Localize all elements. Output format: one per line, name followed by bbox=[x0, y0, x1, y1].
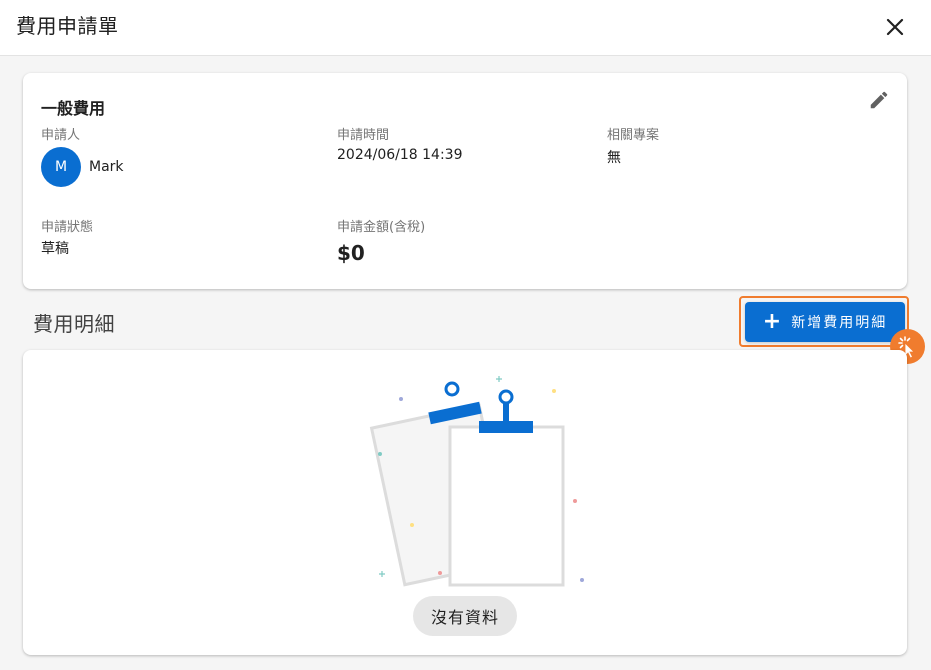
expense-type-title: 一般費用 bbox=[41, 99, 106, 118]
applicant-name: Mark bbox=[89, 159, 124, 175]
details-section-title: 費用明細 bbox=[33, 312, 115, 336]
status-value: 草稿 bbox=[41, 241, 69, 257]
plus-icon: + bbox=[762, 309, 782, 334]
applicant-label: 申請人 bbox=[41, 128, 81, 143]
project-label: 相關專案 bbox=[607, 128, 660, 143]
project-value: 無 bbox=[607, 150, 621, 166]
amount-label: 申請金額(含稅) bbox=[337, 220, 426, 235]
close-icon bbox=[886, 18, 904, 36]
edit-button[interactable] bbox=[865, 87, 893, 113]
apply-time-label: 申請時間 bbox=[337, 128, 390, 143]
summary-card: 一般費用 申請人 M Mark 申請時間 2024/06/18 14:39 相關… bbox=[23, 73, 907, 289]
dialog-title: 費用申請單 bbox=[16, 14, 119, 38]
close-button[interactable] bbox=[878, 12, 912, 42]
add-expense-detail-button[interactable]: + 新增費用明細 bbox=[745, 302, 905, 342]
dialog-header: 費用申請單 bbox=[0, 0, 931, 56]
apply-time-value: 2024/06/18 14:39 bbox=[337, 147, 463, 163]
pencil-icon bbox=[870, 91, 888, 109]
amount-value: $0 bbox=[337, 241, 365, 265]
details-card: 沒有資料 bbox=[23, 350, 907, 655]
add-expense-detail-label: 新增費用明細 bbox=[791, 315, 888, 331]
avatar: M bbox=[41, 147, 81, 187]
status-label: 申請狀態 bbox=[41, 220, 94, 235]
clipboard-illustration bbox=[369, 376, 584, 587]
empty-state-label: 沒有資料 bbox=[413, 596, 517, 636]
